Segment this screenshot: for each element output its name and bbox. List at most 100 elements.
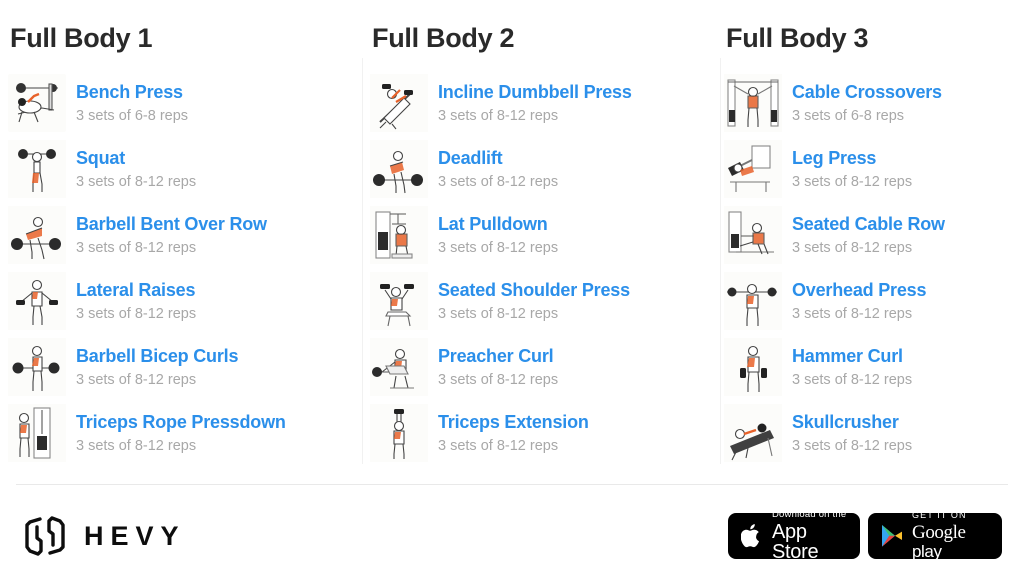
- exercise-row-barbell-bicep-curls[interactable]: Barbell Bicep Curls 3 sets of 8-12 reps: [8, 334, 362, 400]
- brand: HEVY: [22, 515, 186, 557]
- exercise-name: Overhead Press: [792, 279, 927, 300]
- exercise-text: Bench Press 3 sets of 6-8 reps: [76, 81, 188, 126]
- exercise-sets: 3 sets of 8-12 reps: [792, 173, 913, 190]
- exercise-name: Seated Shoulder Press: [438, 279, 630, 300]
- exercise-sets: 3 sets of 8-12 reps: [76, 173, 197, 190]
- exercise-sets: 3 sets of 8-12 reps: [76, 437, 197, 454]
- bench-press-icon: [8, 74, 66, 132]
- exercise-row-seated-cable-row[interactable]: Seated Cable Row 3 sets of 8-12 reps: [724, 202, 1024, 268]
- app-store-tagline: Download on the: [772, 509, 847, 521]
- preacher-curl-icon: [370, 338, 428, 396]
- skullcrusher-icon: [724, 404, 782, 462]
- exercise-sets: 3 sets of 8-12 reps: [792, 371, 913, 388]
- exercise-name: Squat: [76, 147, 126, 168]
- exercise-row-bench-press[interactable]: Bench Press 3 sets of 6-8 reps: [8, 70, 362, 136]
- exercise-row-triceps-rope-pressdown[interactable]: Triceps Rope Pressdown 3 sets of 8-12 re…: [8, 400, 362, 466]
- exercise-name: Barbell Bent Over Row: [76, 213, 267, 234]
- exercise-sets: 3 sets of 8-12 reps: [792, 239, 913, 256]
- exercise-text: Skullcrusher 3 sets of 8-12 reps: [792, 411, 912, 456]
- exercise-row-leg-press[interactable]: Leg Press 3 sets of 8-12 reps: [724, 136, 1024, 202]
- exercise-list: Incline Dumbbell Press 3 sets of 8-12 re…: [370, 70, 720, 466]
- hammer-curl-icon: [724, 338, 782, 396]
- exercise-row-cable-crossovers[interactable]: Cable Crossovers 3 sets of 6-8 reps: [724, 70, 1024, 136]
- exercise-sets: 3 sets of 8-12 reps: [438, 239, 559, 256]
- google-play-badge[interactable]: GET IT ON Google play: [868, 510, 1002, 561]
- exercise-name: Seated Cable Row: [792, 213, 945, 234]
- exercise-text: Squat 3 sets of 8-12 reps: [76, 147, 196, 192]
- leg-press-icon: [724, 140, 782, 198]
- exercise-sets: 3 sets of 8-12 reps: [438, 437, 559, 454]
- app-store-badge[interactable]: Download on the App Store: [728, 509, 860, 563]
- exercise-text: Triceps Rope Pressdown 3 sets of 8-12 re…: [76, 411, 286, 456]
- exercise-name: Lateral Raises: [76, 279, 196, 300]
- rope-pressdown-icon: [8, 404, 66, 462]
- exercise-sets: 3 sets of 8-12 reps: [76, 371, 197, 388]
- exercise-name: Skullcrusher: [792, 411, 899, 432]
- exercise-row-skullcrusher[interactable]: Skullcrusher 3 sets of 8-12 reps: [724, 400, 1024, 466]
- column-title: Full Body 1: [10, 23, 153, 53]
- barbell-row-icon: [8, 206, 66, 264]
- lat-pulldown-icon: [370, 206, 428, 264]
- exercise-text: Leg Press 3 sets of 8-12 reps: [792, 147, 912, 192]
- column-title: Full Body 2: [372, 23, 515, 53]
- exercise-text: Incline Dumbbell Press 3 sets of 8-12 re…: [438, 81, 632, 126]
- barbell-curl-icon: [8, 338, 66, 396]
- google-play-name: Google play: [912, 523, 992, 561]
- exercise-row-overhead-press[interactable]: Overhead Press 3 sets of 8-12 reps: [724, 268, 1024, 334]
- exercise-text: Barbell Bent Over Row 3 sets of 8-12 rep…: [76, 213, 267, 258]
- incline-dumbbell-press-icon: [370, 74, 428, 132]
- workout-column-full-body-3: Full Body 3 Cable Crossovers 3 sets of 6…: [720, 22, 1024, 478]
- exercise-name: Cable Crossovers: [792, 81, 942, 102]
- exercise-text: Seated Cable Row 3 sets of 8-12 reps: [792, 213, 945, 258]
- workout-column-full-body-2: Full Body 2 Incline Dumbbell Press 3 set…: [362, 22, 720, 478]
- google-play-tagline: GET IT ON: [912, 510, 967, 520]
- exercise-text: Overhead Press 3 sets of 8-12 reps: [792, 279, 926, 324]
- exercise-sets: 3 sets of 8-12 reps: [438, 107, 559, 124]
- exercise-sets: 3 sets of 8-12 reps: [438, 305, 559, 322]
- exercise-text: Triceps Extension 3 sets of 8-12 reps: [438, 411, 589, 456]
- exercise-name: Bench Press: [76, 81, 183, 102]
- overhead-press-icon: [724, 272, 782, 330]
- exercise-row-lat-pulldown[interactable]: Lat Pulldown 3 sets of 8-12 reps: [370, 202, 720, 268]
- exercise-sets: 3 sets of 8-12 reps: [792, 305, 913, 322]
- exercise-text: Seated Shoulder Press 3 sets of 8-12 rep…: [438, 279, 630, 324]
- exercise-sets: 3 sets of 8-12 reps: [792, 437, 913, 454]
- exercise-name: Hammer Curl: [792, 345, 903, 366]
- google-play-word: Google: [912, 522, 966, 543]
- footer: HEVY Download on the App Store GET IT ON…: [0, 485, 1024, 587]
- exercise-row-hammer-curl[interactable]: Hammer Curl 3 sets of 8-12 reps: [724, 334, 1024, 400]
- exercise-name: Preacher Curl: [438, 345, 554, 366]
- seated-shoulder-press-icon: [370, 272, 428, 330]
- triceps-extension-icon: [370, 404, 428, 462]
- exercise-list: Cable Crossovers 3 sets of 6-8 reps Leg …: [724, 70, 1024, 466]
- exercise-row-squat[interactable]: Squat 3 sets of 8-12 reps: [8, 136, 362, 202]
- workout-plan-page: Full Body 1 Bench Press 3 sets of 6-8 re…: [0, 0, 1024, 587]
- google-play-icon: [880, 523, 904, 549]
- lateral-raise-icon: [8, 272, 66, 330]
- exercise-name: Lat Pulldown: [438, 213, 548, 234]
- exercise-name: Triceps Rope Pressdown: [76, 411, 286, 432]
- app-store-name: App Store: [772, 520, 819, 563]
- exercise-row-preacher-curl[interactable]: Preacher Curl 3 sets of 8-12 reps: [370, 334, 720, 400]
- exercise-row-triceps-extension[interactable]: Triceps Extension 3 sets of 8-12 reps: [370, 400, 720, 466]
- exercise-name: Barbell Bicep Curls: [76, 345, 239, 366]
- exercise-row-lateral-raises[interactable]: Lateral Raises 3 sets of 8-12 reps: [8, 268, 362, 334]
- exercise-text: Preacher Curl 3 sets of 8-12 reps: [438, 345, 558, 390]
- cable-crossover-icon: [724, 74, 782, 132]
- exercise-sets: 3 sets of 8-12 reps: [438, 371, 559, 388]
- exercise-text: Deadlift 3 sets of 8-12 reps: [438, 147, 558, 192]
- exercise-sets: 3 sets of 6-8 reps: [792, 107, 905, 124]
- exercise-row-seated-shoulder-press[interactable]: Seated Shoulder Press 3 sets of 8-12 rep…: [370, 268, 720, 334]
- exercise-row-deadlift[interactable]: Deadlift 3 sets of 8-12 reps: [370, 136, 720, 202]
- seated-cable-row-icon: [724, 206, 782, 264]
- exercise-sets: 3 sets of 6-8 reps: [76, 107, 189, 124]
- brand-name: HEVY: [84, 520, 186, 551]
- apple-icon: [740, 523, 763, 549]
- exercise-list: Bench Press 3 sets of 6-8 reps Squat 3 s…: [8, 70, 362, 466]
- exercise-text: Lat Pulldown 3 sets of 8-12 reps: [438, 213, 558, 258]
- squat-icon: [8, 140, 66, 198]
- hevy-logo-icon: [22, 515, 68, 557]
- exercise-row-incline-dumbbell-press[interactable]: Incline Dumbbell Press 3 sets of 8-12 re…: [370, 70, 720, 136]
- exercise-row-barbell-bent-over-row[interactable]: Barbell Bent Over Row 3 sets of 8-12 rep…: [8, 202, 362, 268]
- google-play-word-play: play: [912, 542, 942, 561]
